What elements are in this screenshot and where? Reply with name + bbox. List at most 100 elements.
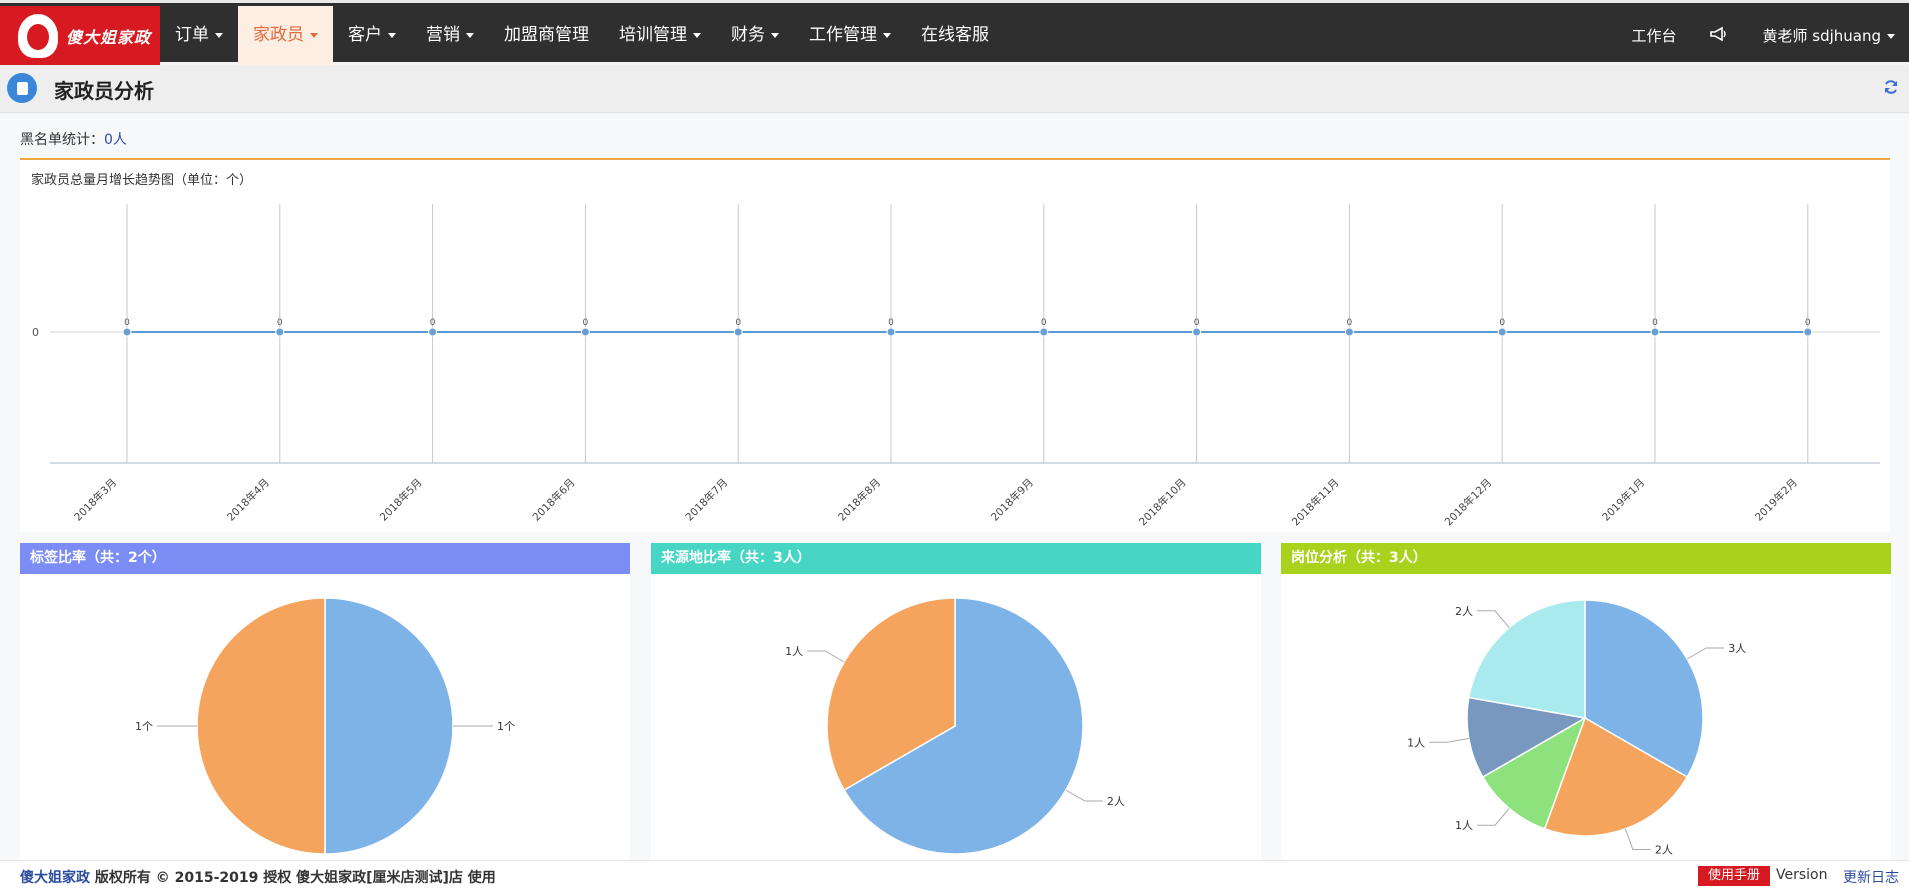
book-icon — [7, 73, 37, 103]
x-tick-label: 2018年12月 — [1442, 476, 1494, 528]
nav-item[interactable]: 工作管理 — [794, 6, 906, 65]
nav-item[interactable]: 在线客服 — [906, 6, 1004, 65]
blacklist-label: 黑名单统计： — [20, 132, 104, 148]
workbench-link[interactable]: 工作台 — [1631, 25, 1676, 46]
data-label: 0 — [124, 318, 130, 328]
data-point[interactable] — [1039, 327, 1049, 337]
data-point[interactable] — [1192, 327, 1202, 337]
growth-trend-panel: 家政员总量月增长趋势图（单位：个） 0 2018年3月 2018年4月 2018年5月… — [20, 158, 1890, 532]
nav-item[interactable]: 客户 — [333, 6, 411, 65]
changelog-link[interactable]: 更新日志 — [1843, 867, 1899, 887]
x-tick-label: 2018年10月 — [1136, 476, 1188, 528]
chevron-down-icon — [1887, 34, 1895, 39]
user-manual-button[interactable]: 使用手册 — [1698, 866, 1771, 886]
tag-ratio-panel: 标签比率（共：2个） 1个 1个 — [20, 543, 630, 861]
data-label: 0 — [277, 318, 283, 328]
footer-copyright: 傻大姐家政 版权所有 © 2015-2019 授权 傻大姐家政[厘米店测试]店 … — [20, 867, 496, 887]
data-point[interactable] — [733, 327, 743, 337]
user-name: 黄老师 sdjhuang — [1762, 27, 1881, 45]
label-leader-line — [1624, 828, 1651, 851]
slice-label: 2人 — [1455, 605, 1473, 618]
pie-header: 标签比率（共：2个） — [20, 543, 630, 574]
x-tick-label: 2019年1月 — [1599, 476, 1647, 524]
label-leader-line — [807, 650, 845, 663]
footer-brand-link[interactable]: 傻大姐家政 — [20, 870, 90, 886]
pie-slice[interactable] — [1467, 599, 1586, 719]
data-point[interactable] — [580, 327, 590, 337]
chevron-down-icon — [310, 32, 318, 38]
chevron-down-icon — [215, 32, 223, 38]
chevron-down-icon — [388, 32, 396, 38]
slice-label: 2人 — [1107, 795, 1125, 808]
slice-label: 1人 — [785, 645, 803, 658]
data-point[interactable] — [428, 327, 438, 337]
slice-label: 3人 — [1728, 642, 1746, 655]
nav-item-label: 培训管理 — [619, 25, 687, 45]
x-tick-label: 2018年7月 — [683, 476, 731, 524]
announcement-icon[interactable] — [1710, 26, 1728, 46]
top-navbar: 傻大姐家政 订单 家政员 客户 营销 加盟商管理 培训管理 财务 工作管理 在线客服 工作台 黄… — [0, 0, 1909, 65]
nav-right: 工作台 黄老师 sdjhuang — [1597, 6, 1895, 65]
footer: 傻大姐家政 版权所有 © 2015-2019 授权 傻大姐家政[厘米店测试]店 … — [0, 860, 1909, 890]
data-point[interactable] — [886, 327, 896, 337]
tag-ratio-pie: 1个 1个 — [135, 597, 515, 855]
label-leader-line — [1065, 789, 1103, 802]
refresh-icon[interactable] — [1883, 79, 1901, 97]
label-leader-line — [1477, 808, 1510, 826]
x-tick-label: 2018年5月 — [377, 476, 425, 524]
x-tick-label: 2018年8月 — [835, 476, 883, 524]
nav-item-label: 加盟商管理 — [504, 25, 589, 45]
brand-logo[interactable]: 傻大姐家政 — [0, 6, 160, 65]
data-label: 0 — [888, 318, 894, 328]
x-tick-label: 2018年11月 — [1289, 476, 1341, 528]
version-label: Version — [1776, 867, 1828, 883]
data-point[interactable] — [1650, 327, 1660, 337]
nav-item-label: 财务 — [731, 25, 765, 45]
label-leader-line — [1686, 647, 1725, 660]
nav-item-label: 工作管理 — [809, 25, 877, 45]
nav-item-label: 家政员 — [253, 25, 304, 45]
nav-item[interactable]: 营销 — [411, 6, 489, 65]
slice-label: 1人 — [1407, 736, 1425, 749]
data-label: 0 — [735, 318, 741, 328]
line-chart: 0 2018年3月 2018年4月 2018年5月 2018年6月 2018年7月 2018… — [32, 204, 1880, 528]
pie-header: 来源地比率（共：3人） — [651, 543, 1261, 574]
blacklist-value[interactable]: 0人 — [104, 132, 127, 148]
chevron-down-icon — [771, 32, 779, 38]
data-label: 0 — [430, 318, 436, 328]
y-tick-label: 0 — [32, 326, 39, 339]
slice-label: 1个 — [135, 720, 153, 733]
nav-item[interactable]: 培训管理 — [604, 6, 716, 65]
pie-header: 岗位分析（共：3人） — [1281, 543, 1891, 574]
data-label: 0 — [1805, 318, 1811, 328]
slice-label: 1人 — [1455, 819, 1473, 832]
x-tick-label: 2019年2月 — [1752, 476, 1800, 524]
data-point[interactable] — [1803, 327, 1813, 337]
label-leader-line — [1429, 737, 1469, 743]
copyright-text: 版权所有 © 2015-2019 授权 傻大姐家政[厘米店测试]店 使用 — [90, 870, 496, 886]
nav-item-label: 在线客服 — [921, 25, 989, 45]
chevron-down-icon — [883, 32, 891, 38]
data-point[interactable] — [1497, 327, 1507, 337]
position-analysis-panel: 岗位分析（共：3人） 3人 2人 1人 1人 2人 — [1281, 543, 1891, 861]
nav-item-label: 客户 — [348, 25, 382, 45]
nav-item[interactable]: 加盟商管理 — [489, 6, 604, 65]
data-point[interactable] — [275, 327, 285, 337]
nav-item-label: 营销 — [426, 25, 460, 45]
label-leader-line — [1477, 610, 1510, 628]
data-point[interactable] — [1344, 327, 1354, 337]
pie-slice[interactable] — [196, 597, 326, 855]
logo-mascot-icon — [18, 13, 58, 58]
slice-label: 2人 — [1655, 844, 1673, 857]
nav-item[interactable]: 订单 — [160, 6, 238, 65]
user-menu[interactable]: 黄老师 sdjhuang — [1762, 25, 1895, 46]
x-tick-label: 2018年4月 — [224, 476, 272, 524]
data-point[interactable] — [122, 327, 132, 337]
data-label: 0 — [1194, 318, 1200, 328]
page-title: 家政员分析 — [54, 79, 154, 103]
data-label: 0 — [1347, 318, 1353, 328]
nav-item[interactable]: 家政员 — [238, 6, 333, 65]
position-analysis-pie: 3人 2人 1人 1人 2人 — [1407, 599, 1746, 857]
pie-slice[interactable] — [324, 597, 454, 855]
nav-item[interactable]: 财务 — [716, 6, 794, 65]
